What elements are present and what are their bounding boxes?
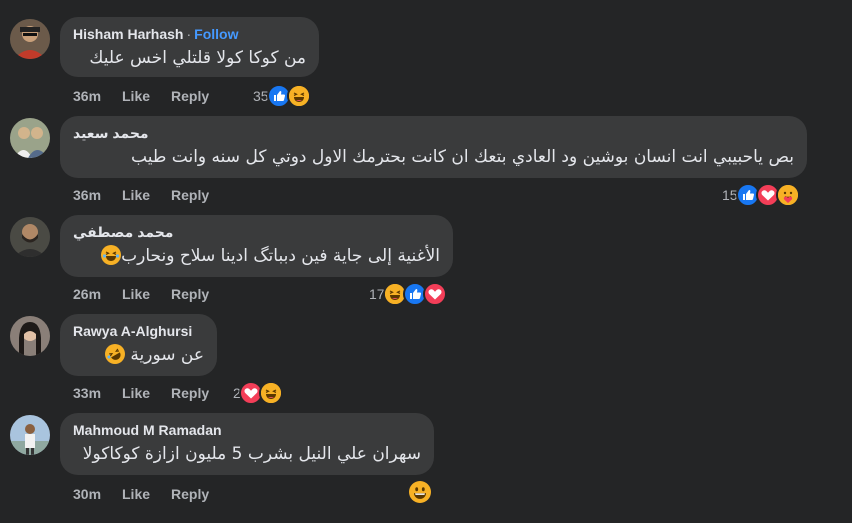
comment-bubble: Mahmoud M Ramadan سهران علي النيل بشرب 5… [60, 413, 434, 475]
comment-text: سهران علي النيل بشرب 5 مليون ازازة كوكاك… [82, 444, 421, 464]
reaction-summary[interactable]: 35 [253, 84, 311, 108]
timestamp[interactable]: 33m [73, 385, 101, 401]
avatar[interactable] [10, 415, 50, 455]
avatar[interactable] [10, 316, 50, 356]
author-name[interactable]: محمد مصطفي [73, 223, 440, 241]
avatar[interactable] [10, 19, 50, 59]
comment-text: الأغنية إلى جاية فين دبباتگ ادينا سلاح و… [121, 246, 440, 266]
avatar[interactable] [10, 118, 50, 158]
like-button[interactable]: Like [122, 486, 150, 502]
author-name[interactable]: Mahmoud M Ramadan [73, 421, 421, 439]
comment-bubble: Hisham Harhash · Follow من كوكا كولا قلتلي… [60, 17, 319, 77]
author-name[interactable]: Rawya A-Alghursi [73, 322, 204, 340]
comment-bubble: محمد سعيد بص ياحبيبي انت انسان بوشين ود … [60, 116, 807, 178]
timestamp[interactable]: 26m [73, 286, 101, 302]
care-icon [775, 183, 800, 207]
love-icon [422, 282, 447, 306]
reaction-summary[interactable]: 17 [369, 282, 447, 306]
timestamp[interactable]: 30m [73, 486, 101, 502]
separator-dot: · [186, 26, 192, 42]
reply-button[interactable]: Reply [171, 486, 209, 502]
comment-text: من كوكا كولا قلتلي اخس عليك [89, 48, 306, 68]
haha-icon [258, 381, 283, 405]
author-name[interactable]: Hisham Harhash [73, 26, 183, 42]
follow-button[interactable]: Follow [194, 26, 238, 42]
comment-bubble: محمد مصطفي الأغنية إلى جاية فين دبباتگ ا… [60, 215, 453, 277]
laughing-emoji-icon [101, 245, 122, 265]
reply-button[interactable]: Reply [171, 88, 209, 104]
reply-button[interactable]: Reply [171, 286, 209, 302]
author-name[interactable]: محمد سعيد [73, 124, 794, 142]
reaction-summary[interactable]: 2 [233, 381, 283, 405]
like-button[interactable]: Like [122, 385, 150, 401]
comment-text: بص ياحبيبي انت انسان بوشين ود العادي بتع… [131, 147, 794, 167]
timestamp[interactable]: 36m [73, 88, 101, 104]
grin-emoji-icon [409, 481, 431, 503]
like-button[interactable]: Like [122, 187, 150, 203]
timestamp[interactable]: 36m [73, 187, 101, 203]
reply-button[interactable]: Reply [171, 187, 209, 203]
comment-text: عن سورية [130, 345, 204, 365]
author-row: Hisham Harhash · Follow [73, 25, 306, 43]
comment-text-row: الأغنية إلى جاية فين دبباتگ ادينا سلاح و… [73, 244, 440, 268]
rofl-emoji-icon [105, 344, 126, 364]
comment-text-row: عن سورية [73, 343, 204, 367]
haha-icon [286, 84, 311, 108]
avatar[interactable] [10, 217, 50, 257]
comment-bubble: Rawya A-Alghursi عن سورية [60, 314, 217, 376]
reaction-summary[interactable]: 15 [722, 183, 800, 207]
reply-button[interactable]: Reply [171, 385, 209, 401]
like-button[interactable]: Like [122, 286, 150, 302]
like-button[interactable]: Like [122, 88, 150, 104]
